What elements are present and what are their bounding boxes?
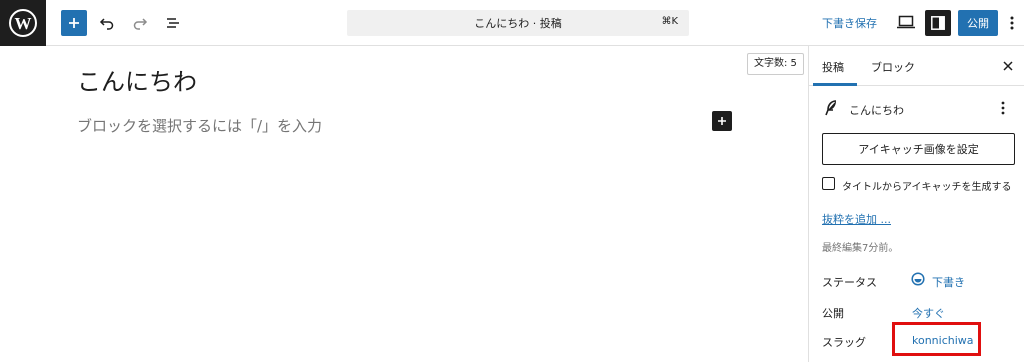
status-draft-icon	[911, 272, 925, 286]
redo-button[interactable]	[128, 11, 152, 35]
block-placeholder[interactable]: ブロックを選択するには「/」を入力	[77, 115, 322, 136]
last-edited-text: 最終編集7分前。	[822, 243, 899, 254]
wordpress-logo-icon[interactable]: W	[0, 0, 46, 46]
add-excerpt-link[interactable]: 抜粋を追加 ...	[822, 211, 891, 227]
plus-icon	[69, 18, 79, 28]
plus-icon	[718, 117, 726, 125]
save-draft-button[interactable]: 下書き保存	[822, 15, 877, 31]
more-options-icon	[1010, 16, 1014, 30]
publish-label: 公開	[822, 307, 844, 320]
inline-add-block-button[interactable]	[712, 111, 732, 131]
preview-button[interactable]	[896, 12, 916, 32]
slug-label: スラッグ	[822, 336, 866, 349]
svg-text:W: W	[15, 14, 32, 33]
status-label: ステータス	[822, 276, 877, 289]
close-sidebar-button[interactable]	[999, 57, 1017, 75]
publish-button[interactable]: 公開	[958, 10, 998, 36]
desktop-preview-icon	[897, 15, 915, 29]
undo-icon	[99, 18, 114, 30]
options-button[interactable]	[1006, 13, 1018, 33]
set-featured-image-button[interactable]: アイキャッチ画像を設定	[822, 133, 1015, 165]
close-icon	[1003, 61, 1013, 71]
generate-featured-checkbox[interactable]	[822, 177, 835, 190]
list-view-button[interactable]	[161, 11, 185, 35]
document-title: こんにちわ · 投稿	[474, 17, 562, 30]
slug-value[interactable]: konnichiwa	[912, 334, 974, 347]
sidebar-toggle-icon	[931, 16, 945, 30]
sidebar-tabs: 投稿 ブロック	[809, 46, 1024, 86]
editor-canvas: こんにちわ 文字数: 5 ブロックを選択するには「/」を入力	[0, 46, 808, 362]
active-tab-indicator	[813, 83, 857, 86]
generate-featured-label: タイトルからアイキャッチを生成する	[842, 182, 1012, 193]
add-block-button[interactable]	[61, 10, 87, 36]
settings-toggle-button[interactable]	[925, 10, 951, 36]
word-count-badge: 文字数: 5	[747, 53, 804, 75]
command-palette-button[interactable]: こんにちわ · 投稿 ⌘K	[347, 10, 689, 36]
undo-button[interactable]	[95, 11, 119, 35]
more-options-icon[interactable]	[997, 100, 1009, 116]
tab-block[interactable]: ブロック	[871, 59, 915, 75]
tab-post[interactable]: 投稿	[822, 59, 844, 75]
editor-header: W こんにちわ · 投稿 ⌘K 下書き保存 公開	[0, 0, 1024, 46]
feather-icon	[825, 100, 837, 116]
list-view-icon	[167, 18, 179, 28]
post-summary-title: こんにちわ	[849, 104, 904, 117]
settings-sidebar: 投稿 ブロック こんにちわ アイキャッチ画像を設定 タイトルからアイキャッチを生…	[808, 46, 1024, 362]
post-title[interactable]: こんにちわ	[77, 62, 197, 97]
publish-date-value[interactable]: 今すぐ	[912, 305, 945, 321]
status-value[interactable]: 下書き	[932, 274, 965, 290]
keyboard-shortcut: ⌘K	[661, 16, 678, 27]
redo-icon	[133, 18, 148, 30]
